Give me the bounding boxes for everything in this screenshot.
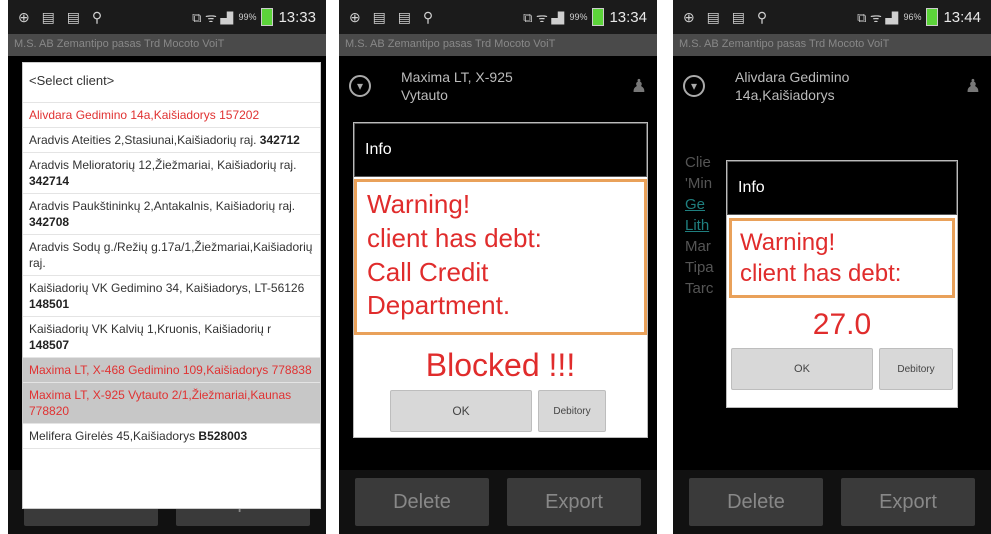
phone-screen-client-list: ⊕ ▤ ▤ ⚲ ⧉ ᯤ ▟ 99% 13:33 M.S. AB Zemantip…: [8, 0, 326, 534]
dialog-title: Info: [354, 123, 647, 177]
person-icon[interactable]: ♟: [965, 76, 981, 97]
export-button[interactable]: Export: [841, 478, 975, 526]
bottom-action-bar: Delete Export: [339, 470, 657, 534]
warning-message: Warning! client has debt:: [729, 218, 955, 298]
info-dialog: Info Warning! client has debt: Call Cred…: [353, 122, 648, 438]
background-client-details: Clie 'Min Ge Lith Mar Tipa Tarc: [685, 154, 714, 297]
client-list-item[interactable]: Aradvis Ateities 2,Stasiunai,Kaišiadorių…: [23, 128, 320, 153]
client-list-item[interactable]: Kaišiadorių VK Kalvių 1,Kruonis, Kaišiad…: [23, 317, 320, 358]
client-select-dialog: <Select client> Alivdara Gedimino 14a,Ka…: [22, 62, 321, 509]
battery-icon: [926, 8, 939, 26]
bottom-action-bar: Delete Export: [673, 470, 991, 534]
notification-icons: ⊕ ▤ ▤ ⚲: [683, 8, 772, 25]
client-list-item[interactable]: Aradvis Melioratorių 12,Žiežmariai, Kaiš…: [23, 153, 320, 194]
delete-button[interactable]: Delete: [689, 478, 823, 526]
client-list-item[interactable]: Aradvis Paukštininkų 2,Antakalnis, Kaiši…: [23, 194, 320, 235]
delete-button[interactable]: Delete: [355, 478, 489, 526]
client-list-item[interactable]: Melifera Girelės 45,Kaišiadorys B528003: [23, 424, 320, 449]
chevron-down-icon[interactable]: ▾: [349, 75, 371, 97]
client-list-item[interactable]: Kaišiadorių VK Gedimino 34, Kaišiadorys,…: [23, 276, 320, 317]
select-client-header[interactable]: <Select client>: [23, 63, 320, 103]
client-list-item[interactable]: Alivdara Gedimino 14a,Kaišiadorys 157202: [23, 103, 320, 128]
client-address: Vytauto: [401, 87, 448, 103]
debitory-button[interactable]: Debitory: [538, 390, 606, 432]
info-dialog: Info Warning! client has debt: 27.0 OK D…: [726, 160, 958, 408]
debitory-button[interactable]: Debitory: [879, 348, 953, 390]
phone-screen-debt-warning: ⊕ ▤ ▤ ⚲ ⧉ ᯤ ▟ 96% 13:44 M.S. AB Zemantip…: [673, 0, 991, 534]
client-name: Maxima LT, X-925: [401, 69, 513, 85]
notification-icons: ⊕ ▤ ▤ ⚲: [18, 8, 107, 25]
client-header: ▾ Maxima LT, X-925 Vytauto ♟: [339, 56, 657, 116]
clock: 13:44: [943, 8, 981, 26]
signal-icon: ⧉ ᯤ ▟: [857, 10, 899, 25]
battery-percent: 99%: [569, 12, 588, 22]
clock: 13:34: [609, 8, 647, 26]
app-title-bar: M.S. AB Zemantipo pasas Trd Mocoto VoiT: [8, 34, 326, 56]
notification-icons: ⊕ ▤ ▤ ⚲: [349, 8, 438, 25]
warning-message: Warning! client has debt: Call Credit De…: [354, 179, 647, 335]
app-title-bar: M.S. AB Zemantipo pasas Trd Mocoto VoiT: [673, 34, 991, 56]
status-bar: ⊕ ▤ ▤ ⚲ ⧉ ᯤ ▟ 99% 13:33: [8, 0, 326, 34]
person-icon[interactable]: ♟: [631, 76, 647, 97]
client-name: Alivdara Gedimino: [735, 69, 850, 85]
export-button[interactable]: Export: [507, 478, 641, 526]
battery-icon: [261, 8, 274, 26]
phone-screen-blocked-warning: ⊕ ▤ ▤ ⚲ ⧉ ᯤ ▟ 99% 13:34 M.S. AB Zemantip…: [339, 0, 657, 534]
battery-icon: [592, 8, 605, 26]
battery-percent: 96%: [903, 12, 922, 22]
client-address: 14a,Kaišiadorys: [735, 87, 835, 103]
status-bar: ⊕ ▤ ▤ ⚲ ⧉ ᯤ ▟ 96% 13:44: [673, 0, 991, 34]
client-list-item[interactable]: Aradvis Sodų g./Režių g.17a/1,Žiežmariai…: [23, 235, 320, 276]
dialog-title: Info: [727, 161, 957, 215]
status-bar: ⊕ ▤ ▤ ⚲ ⧉ ᯤ ▟ 99% 13:34: [339, 0, 657, 34]
battery-percent: 99%: [238, 12, 257, 22]
client-list-item[interactable]: Maxima LT, X-925 Vytauto 2/1,Žiežmariai,…: [23, 383, 320, 424]
clock: 13:33: [278, 8, 316, 26]
blocked-label: Blocked !!!: [425, 347, 576, 383]
ok-button[interactable]: OK: [731, 348, 873, 390]
ok-button[interactable]: OK: [390, 390, 532, 432]
client-list-item[interactable]: Maxima LT, X-468 Gedimino 109,Kaišiadory…: [23, 358, 320, 383]
signal-icon: ⧉ ᯤ ▟: [192, 10, 234, 25]
debt-amount: 27.0: [812, 308, 872, 341]
app-title-bar: M.S. AB Zemantipo pasas Trd Mocoto VoiT: [339, 34, 657, 56]
client-header: ▾ Alivdara Gedimino 14a,Kaišiadorys ♟: [673, 56, 991, 116]
signal-icon: ⧉ ᯤ ▟: [523, 10, 565, 25]
chevron-down-icon[interactable]: ▾: [683, 75, 705, 97]
